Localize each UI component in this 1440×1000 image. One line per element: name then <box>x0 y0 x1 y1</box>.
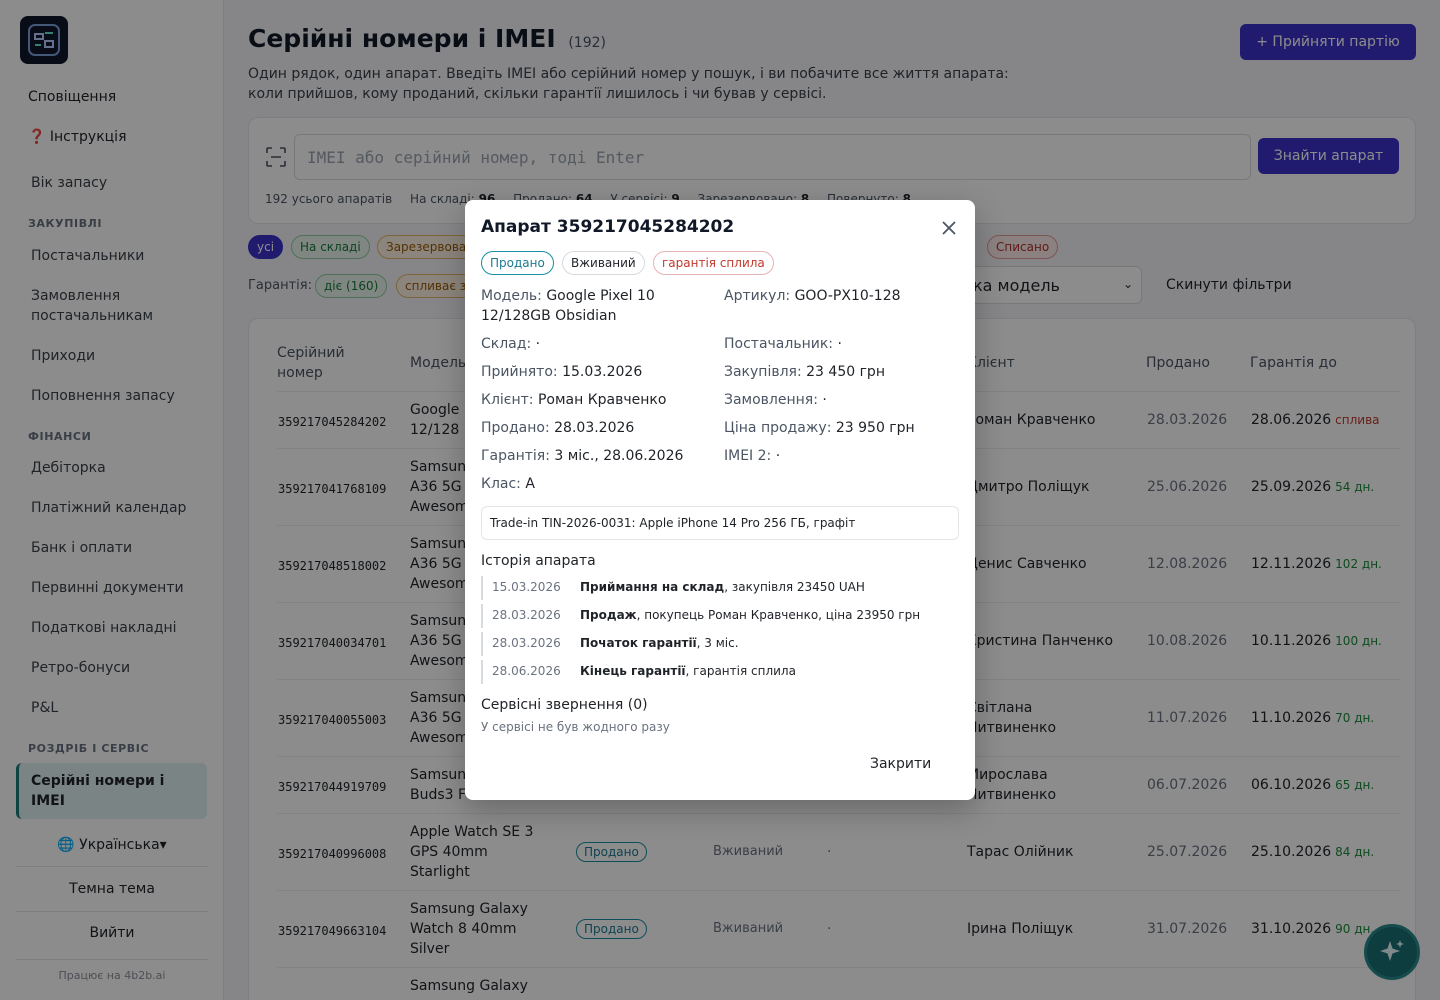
history-item: 28.03.2026 Початок гарантії, 3 міс. <box>481 632 959 656</box>
history-date: 28.03.2026 <box>492 636 561 650</box>
history-text: Продаж, покупець Роман Кравченко, ціна 2… <box>580 608 920 622</box>
history-detail: , 3 міс. <box>696 636 739 650</box>
field-key: Клас: <box>481 476 521 492</box>
history-detail: , гарантія сплила <box>685 664 796 678</box>
history-item: 15.03.2026 Приймання на склад, закупівля… <box>481 576 959 600</box>
close-button[interactable]: Закрити <box>870 756 931 772</box>
field-accepted: Прийнято: 15.03.2026 <box>481 362 711 382</box>
field-value: 23 950 грн <box>835 420 915 436</box>
field-class: Клас: A <box>481 474 711 494</box>
history-item: 28.03.2026 Продаж, покупець Роман Кравче… <box>481 604 959 628</box>
history-detail: , закупівля 23450 UAH <box>724 580 865 594</box>
field-value: 23 450 грн <box>806 364 885 380</box>
history-text: Приймання на склад, закупівля 23450 UAH <box>580 580 865 594</box>
field-warranty: Гарантія: 3 міс., 28.06.2026 <box>481 446 711 466</box>
service-title: Сервісні звернення (0) <box>481 697 648 713</box>
field-value: A <box>525 476 535 492</box>
device-modal: Апарат 359217045284202 Продано Вживаний … <box>465 200 975 800</box>
field-key: IMEI 2: <box>724 448 772 464</box>
field-key: Замовлення: <box>724 392 818 408</box>
history-item: 28.06.2026 Кінець гарантії, гарантія спл… <box>481 660 959 684</box>
field-key: Ціна продажу: <box>724 420 832 436</box>
field-imei2: IMEI 2: · <box>724 446 954 466</box>
history-event: Кінець гарантії <box>580 664 686 678</box>
field-key: Гарантія: <box>481 448 550 464</box>
history-date: 15.03.2026 <box>492 580 561 594</box>
field-key: Постачальник: <box>724 336 833 352</box>
device-note: Trade-in TIN-2026-0031: Apple iPhone 14 … <box>481 506 959 540</box>
field-value: · <box>535 336 541 352</box>
history-text: Початок гарантії, 3 міс. <box>580 636 739 650</box>
field-value: · <box>822 392 827 408</box>
warranty-badge: гарантія сплила <box>653 251 774 275</box>
modal-title: Апарат 359217045284202 <box>481 217 735 237</box>
field-key: Артикул: <box>724 288 791 304</box>
field-key: Продано: <box>481 420 550 436</box>
field-value: · <box>837 336 842 352</box>
field-key: Модель: <box>481 288 542 304</box>
history-title: Історія апарата <box>481 553 596 569</box>
field-key: Прийнято: <box>481 364 558 380</box>
service-empty-text: У сервісі не був жодного разу <box>481 720 670 734</box>
field-sold: Продано: 28.03.2026 <box>481 418 711 438</box>
history-text: Кінець гарантії, гарантія сплила <box>580 664 796 678</box>
history-event: Продаж <box>580 608 637 622</box>
field-value: 3 міс., 28.06.2026 <box>554 448 684 464</box>
field-value: 15.03.2026 <box>562 364 643 380</box>
history-date: 28.03.2026 <box>492 608 561 622</box>
close-icon[interactable] <box>939 218 959 238</box>
history-detail: , покупець Роман Кравченко, ціна 23950 г… <box>636 608 921 622</box>
history-event: Приймання на склад <box>580 580 725 594</box>
condition-badge: Вживаний <box>562 251 645 275</box>
status-badge: Продано <box>481 251 554 275</box>
field-key: Склад: <box>481 336 532 352</box>
field-sale-price: Ціна продажу: 23 950 грн <box>724 418 954 438</box>
field-purchase: Закупівля: 23 450 грн <box>724 362 954 382</box>
field-key: Клієнт: <box>481 392 534 408</box>
history-date: 28.06.2026 <box>492 664 561 678</box>
field-value: · <box>775 448 781 464</box>
field-warehouse: Склад: · <box>481 334 711 354</box>
history-event: Початок гарантії <box>580 636 697 650</box>
field-model: Модель: Google Pixel 10 12/128GB Obsidia… <box>481 286 681 326</box>
field-value: Роман Кравченко <box>537 392 667 408</box>
field-supplier: Постачальник: · <box>724 334 954 354</box>
field-order: Замовлення: · <box>724 390 954 410</box>
field-value: GOO-PX10-128 <box>794 288 901 304</box>
field-value: 28.03.2026 <box>554 420 635 436</box>
field-key: Закупівля: <box>724 364 802 380</box>
field-client: Клієнт: Роман Кравченко <box>481 390 711 410</box>
field-sku: Артикул: GOO-PX10-128 <box>724 286 954 306</box>
